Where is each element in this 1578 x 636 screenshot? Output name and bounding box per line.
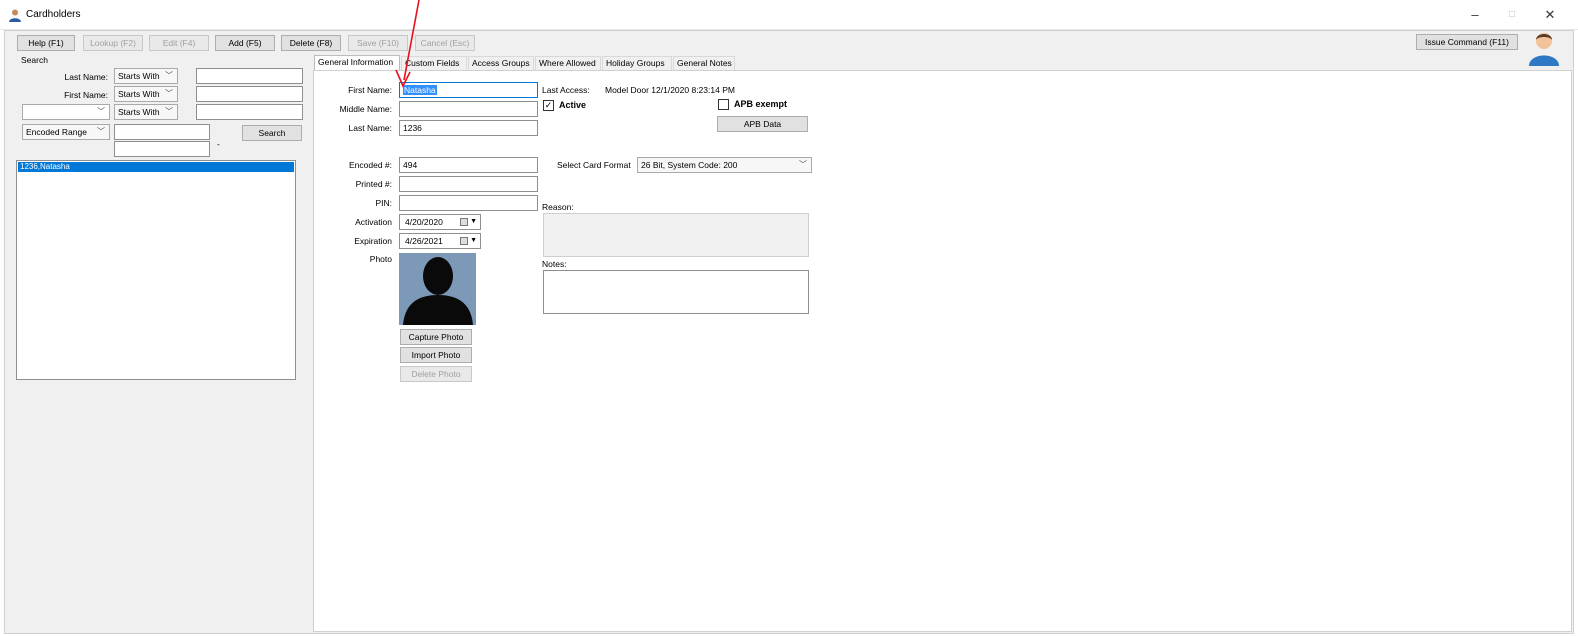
tab-general-information[interactable]: General Information (314, 55, 400, 70)
apb-exempt-checkbox[interactable] (718, 99, 729, 110)
search-last-name-input[interactable] (196, 68, 303, 84)
search-first-name-input[interactable] (196, 86, 303, 102)
printed-label: Printed #: (355, 179, 392, 189)
maximize-button[interactable]: □ (1497, 6, 1527, 24)
notes-textarea[interactable] (543, 270, 809, 314)
capture-photo-button[interactable]: Capture Photo (400, 329, 472, 345)
chevron-down-icon: ﹀ (165, 71, 173, 80)
photo-label: Photo (369, 254, 392, 264)
first-name-match-value: Starts With (118, 89, 160, 99)
search-group-label: Search (21, 55, 48, 65)
chevron-down-icon: ﹀ (799, 160, 807, 169)
apb-exempt-label: APB exempt (734, 99, 788, 109)
pin-input[interactable] (399, 195, 538, 211)
activation-label: Activation (355, 217, 392, 227)
chevron-down-icon: ﹀ (97, 107, 105, 116)
tab-custom-fields[interactable]: Custom Fields (401, 56, 467, 70)
add-button[interactable]: Add (F5) (215, 35, 275, 51)
silhouette-icon (403, 257, 473, 325)
search-field-select[interactable]: ﹀ (22, 104, 110, 120)
encoded-range-to-input[interactable] (114, 141, 210, 157)
middle-name-input[interactable] (399, 101, 538, 117)
expiration-value: 4/26/2021 (405, 236, 443, 246)
printed-input[interactable] (399, 176, 538, 192)
reason-textarea[interactable] (543, 213, 809, 257)
first-name-input[interactable]: Natasha (399, 82, 538, 98)
tab-access-groups[interactable]: Access Groups (468, 56, 534, 70)
middle-name-label: Middle Name: (339, 104, 392, 114)
first-name-value: Natasha (403, 85, 437, 95)
list-item[interactable]: 1236,Natasha (18, 162, 294, 172)
general-information-panel (313, 70, 1572, 632)
card-format-value: 26 Bit, System Code: 200 (641, 160, 738, 170)
issue-command-button[interactable]: Issue Command (F11) (1416, 34, 1518, 50)
active-checkbox[interactable]: ✓ (543, 100, 554, 111)
import-photo-button[interactable]: Import Photo (400, 347, 472, 363)
lookup-button[interactable]: Lookup (F2) (83, 35, 143, 51)
last-access-label: Last Access: (542, 85, 590, 95)
cancel-button[interactable]: Cancel (Esc) (415, 35, 475, 51)
activation-date-picker[interactable]: 4/20/2020 ▼ (399, 214, 481, 230)
pin-label: PIN: (375, 198, 392, 208)
help-button[interactable]: Help (F1) (17, 35, 75, 51)
field-match-value: Starts With (118, 107, 160, 117)
search-first-name-label: First Name: (64, 90, 108, 100)
title-bar: Cardholders – □ ✕ (0, 0, 1578, 30)
dropdown-arrow-icon: ▼ (470, 218, 477, 225)
delete-photo-button[interactable]: Delete Photo (400, 366, 472, 382)
check-icon: ✓ (544, 100, 553, 110)
first-name-match-select[interactable]: Starts With ﹀ (114, 86, 178, 102)
chevron-down-icon: ﹀ (97, 127, 105, 136)
calendar-icon (460, 218, 468, 226)
chevron-down-icon: ﹀ (165, 89, 173, 98)
delete-button[interactable]: Delete (F8) (281, 35, 341, 51)
search-field-input[interactable] (196, 104, 303, 120)
last-name-match-select[interactable]: Starts With ﹀ (114, 68, 178, 84)
select-card-format-label: Select Card Format (557, 160, 631, 170)
active-label: Active (559, 100, 587, 110)
window-title: Cardholders (26, 9, 81, 20)
encoded-input[interactable]: 494 (399, 157, 538, 173)
encoded-range-from-input[interactable] (114, 124, 210, 140)
expiration-label: Expiration (354, 236, 392, 246)
tab-where-allowed[interactable]: Where Allowed (535, 56, 601, 70)
last-name-label: Last Name: (348, 123, 392, 133)
user-avatar-icon (1529, 33, 1559, 66)
tab-general-notes[interactable]: General Notes (673, 56, 735, 70)
dropdown-arrow-icon: ▼ (470, 237, 477, 244)
close-button[interactable]: ✕ (1535, 6, 1565, 24)
search-last-name-label: Last Name: (64, 72, 108, 82)
save-button[interactable]: Save (F10) (348, 35, 408, 51)
encoded-range-select[interactable]: Encoded Range ﹀ (22, 124, 110, 140)
last-access-value: Model Door 12/1/2020 8:23:14 PM (605, 85, 735, 95)
field-match-select[interactable]: Starts With ﹀ (114, 104, 178, 120)
cardholder-photo (399, 253, 476, 325)
range-dash: - (217, 139, 220, 149)
first-name-label: First Name: (348, 85, 392, 95)
reason-label: Reason: (542, 202, 574, 212)
calendar-icon (460, 237, 468, 245)
last-name-input[interactable]: 1236 (399, 120, 538, 136)
last-name-match-value: Starts With (118, 71, 160, 81)
encoded-label: Encoded #: (348, 160, 392, 170)
cardholder-app-icon (9, 9, 21, 22)
minimize-button[interactable]: – (1460, 6, 1490, 24)
card-format-select[interactable]: 26 Bit, System Code: 200 ﹀ (637, 157, 812, 173)
encoded-range-value: Encoded Range (26, 127, 87, 137)
activation-value: 4/20/2020 (405, 217, 443, 227)
cardholder-results-list[interactable]: 1236,Natasha (16, 160, 296, 380)
search-button[interactable]: Search (242, 125, 302, 141)
tab-holiday-groups[interactable]: Holiday Groups (602, 56, 672, 70)
edit-button[interactable]: Edit (F4) (149, 35, 209, 51)
chevron-down-icon: ﹀ (165, 107, 173, 116)
apb-data-button[interactable]: APB Data (717, 116, 808, 132)
notes-label: Notes: (542, 259, 567, 269)
expiration-date-picker[interactable]: 4/26/2021 ▼ (399, 233, 481, 249)
